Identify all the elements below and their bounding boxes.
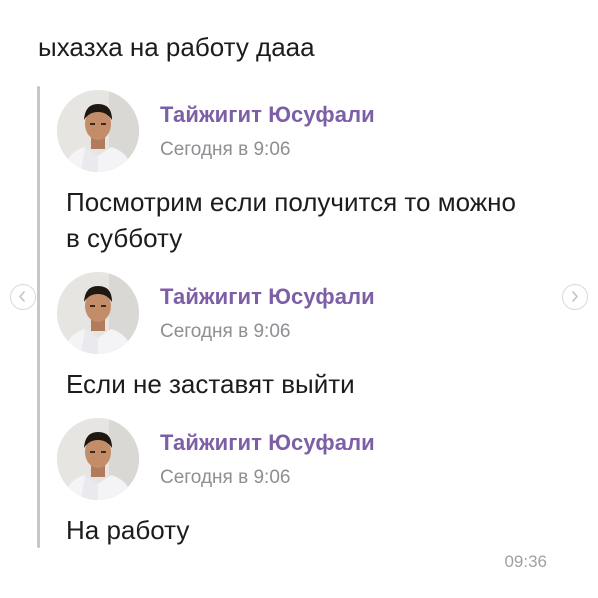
chevron-left-icon[interactable] bbox=[10, 284, 36, 310]
forwarded-text: Посмотрим если получится то можно в субб… bbox=[66, 187, 516, 253]
chevron-right-icon[interactable] bbox=[562, 284, 588, 310]
author-avatar[interactable] bbox=[57, 90, 139, 172]
message-timestamp: 09:36 bbox=[504, 552, 547, 571]
message-time: Сегодня в 9:06 bbox=[160, 467, 291, 488]
author-name[interactable]: Тайжигит Юсуфали bbox=[160, 430, 375, 456]
author-avatar[interactable] bbox=[57, 272, 139, 354]
forwarded-text: Если не заставят выйти bbox=[66, 369, 355, 399]
message-time: Сегодня в 9:06 bbox=[160, 321, 291, 342]
author-name[interactable]: Тайжигит Юсуфали bbox=[160, 102, 375, 128]
forwarded-text: На работу bbox=[66, 515, 190, 545]
message-text: ыхазха на работу дааа bbox=[38, 32, 315, 62]
author-avatar[interactable] bbox=[57, 418, 139, 500]
message-time: Сегодня в 9:06 bbox=[160, 139, 291, 160]
author-name[interactable]: Тайжигит Юсуфали bbox=[160, 284, 375, 310]
forward-quote-bar bbox=[37, 86, 40, 548]
